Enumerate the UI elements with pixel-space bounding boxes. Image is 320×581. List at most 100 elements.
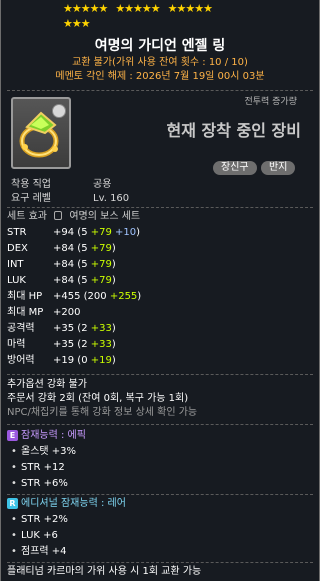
stat-bonus: +33 [90, 339, 112, 350]
stat-name: DEX [7, 243, 28, 254]
stat-total: +84 [53, 243, 75, 254]
additional-title: 에디셔널 잠재능력 : 레어 [21, 498, 126, 509]
stat-row: 방어력 +19 (0 +19) [7, 355, 116, 367]
divider [7, 374, 313, 375]
additional-line: • 점프력 +4 [11, 546, 67, 557]
lock-icon [52, 104, 66, 118]
divider [7, 90, 313, 91]
stat-base: (5 [77, 259, 91, 270]
stat-bonus: +79 [90, 227, 112, 238]
type-tag: 반지 [261, 161, 296, 175]
stat-total: +84 [53, 275, 75, 286]
star-group: ★★★ [63, 17, 91, 30]
stat-name: INT [7, 259, 24, 270]
stat-name: 마력 [7, 339, 26, 350]
starforce-row-2: ★★★ [63, 17, 98, 30]
potential-value: STR +6% [21, 478, 68, 489]
additional-value: STR +2% [21, 514, 68, 525]
stat-row: 최대 MP +200 [7, 307, 80, 319]
stat-name: 공격력 [7, 323, 35, 334]
item-icon-frame [11, 97, 71, 169]
stat-bonus: +33 [90, 323, 112, 334]
potential-header: E 잠재능력 : 에픽 [7, 430, 86, 442]
item-name: 여명의 가디언 엔젤 링 [94, 38, 226, 54]
potential-value: STR +12 [21, 462, 65, 473]
stat-base: (5 [77, 243, 91, 254]
stat-close: ) [111, 355, 116, 366]
stat-starforce: +10 [111, 227, 137, 238]
stat-name: STR [7, 227, 27, 238]
additional-value: LUK +6 [21, 530, 58, 541]
potential-title: 잠재능력 : 에픽 [21, 430, 86, 441]
additional-value: 점프력 +4 [21, 546, 67, 557]
stat-row: 최대 HP +455 (200 +255) [7, 291, 141, 303]
stat-total: +94 [53, 227, 75, 238]
stat-total: +200 [53, 307, 81, 318]
stat-close: ) [137, 291, 142, 302]
additional-potential-header: R 에디셔널 잠재능력 : 레어 [7, 498, 126, 510]
power-increase-label: 전투력 증가량 [244, 97, 297, 107]
stat-row: STR +94 (5 +79 +10) [7, 227, 140, 239]
req-label: 요구 레벨 [11, 193, 51, 204]
stat-row: 공격력 +35 (2 +33) [7, 323, 116, 335]
stat-close: ) [111, 275, 116, 286]
epic-grade-icon: E [7, 430, 18, 441]
additional-line: • STR +2% [11, 514, 68, 525]
stat-name: 최대 MP [7, 307, 44, 318]
stat-base: (5 [77, 275, 91, 286]
set-effect: 세트 효과 여명의 보스 세트 [7, 211, 140, 223]
rare-grade-icon: R [7, 498, 18, 509]
trade-notice: 교환 불가(가위 사용 잔여 횟수 : 10 / 10) [72, 57, 248, 68]
stat-bonus: +79 [90, 275, 112, 286]
category-tag: 장신구 [213, 161, 257, 175]
req-job: 착용 직업 공용 [11, 179, 111, 191]
potential-line: • STR +6% [11, 478, 68, 489]
req-level: 요구 레벨 Lv. 160 [11, 193, 129, 205]
stat-total: +35 [53, 339, 75, 350]
stat-total: +84 [53, 259, 75, 270]
stat-total: +455 [53, 291, 81, 302]
stat-name: LUK [7, 275, 26, 286]
potential-line: • STR +12 [11, 462, 65, 473]
stat-bonus: +79 [90, 243, 112, 254]
stat-bonus: +255 [109, 291, 138, 302]
req-value: 공용 [93, 179, 112, 190]
star-group: ★★★★★ [167, 2, 213, 15]
stat-close: ) [111, 339, 116, 350]
starforce-row-1: ★★★★★ ★★★★★ ★★★★★ [63, 2, 220, 15]
stat-row: INT +84 (5 +79) [7, 259, 116, 271]
set-lock-icon [54, 211, 63, 220]
divider [7, 494, 313, 495]
divider [7, 207, 313, 208]
stat-base: (2 [77, 323, 91, 334]
stat-total: +19 [53, 355, 75, 366]
divider [7, 562, 313, 563]
stat-close: ) [111, 243, 116, 254]
info-line: 주문서 강화 2회 (잔여 0회, 복구 가능 1회) [7, 393, 189, 404]
stat-name: 최대 HP [7, 291, 43, 302]
potential-value: 올스탯 +3% [21, 446, 77, 457]
divider [7, 424, 313, 425]
additional-line: • LUK +6 [11, 530, 58, 541]
memento-notice: 메멘토 각인 해제 : 2026년 7월 19일 00시 03분 [55, 71, 265, 82]
stat-row: 마력 +35 (2 +33) [7, 339, 116, 351]
info-line: 추가옵션 강화 불가 [7, 379, 87, 390]
req-value: Lv. 160 [93, 193, 130, 204]
stat-base: (2 [77, 339, 91, 350]
stat-base: (5 [77, 227, 91, 238]
star-group: ★★★★★ [63, 2, 108, 15]
stat-close: ) [111, 323, 116, 334]
set-label: 세트 효과 [7, 211, 47, 222]
potential-line: • 올스탯 +3% [11, 446, 77, 457]
item-tooltip: ★★★★★ ★★★★★ ★★★★★ ★★★ 여명의 가디언 엔젤 링 교환 불가(가… [0, 0, 320, 581]
stat-base: (0 [77, 355, 91, 366]
req-label: 착용 직업 [11, 179, 51, 190]
stat-base: (200 [83, 291, 110, 302]
stat-bonus: +79 [90, 259, 112, 270]
karma-scissors-note: 플래티넘 카르마의 가위 사용 시 1회 교환 가능 [7, 566, 202, 577]
stat-close: ) [111, 259, 116, 270]
stat-row: LUK +84 (5 +79) [7, 275, 116, 287]
stat-total: +35 [53, 323, 75, 334]
set-name: 여명의 보스 세트 [69, 211, 141, 222]
stat-close: ) [136, 227, 141, 238]
